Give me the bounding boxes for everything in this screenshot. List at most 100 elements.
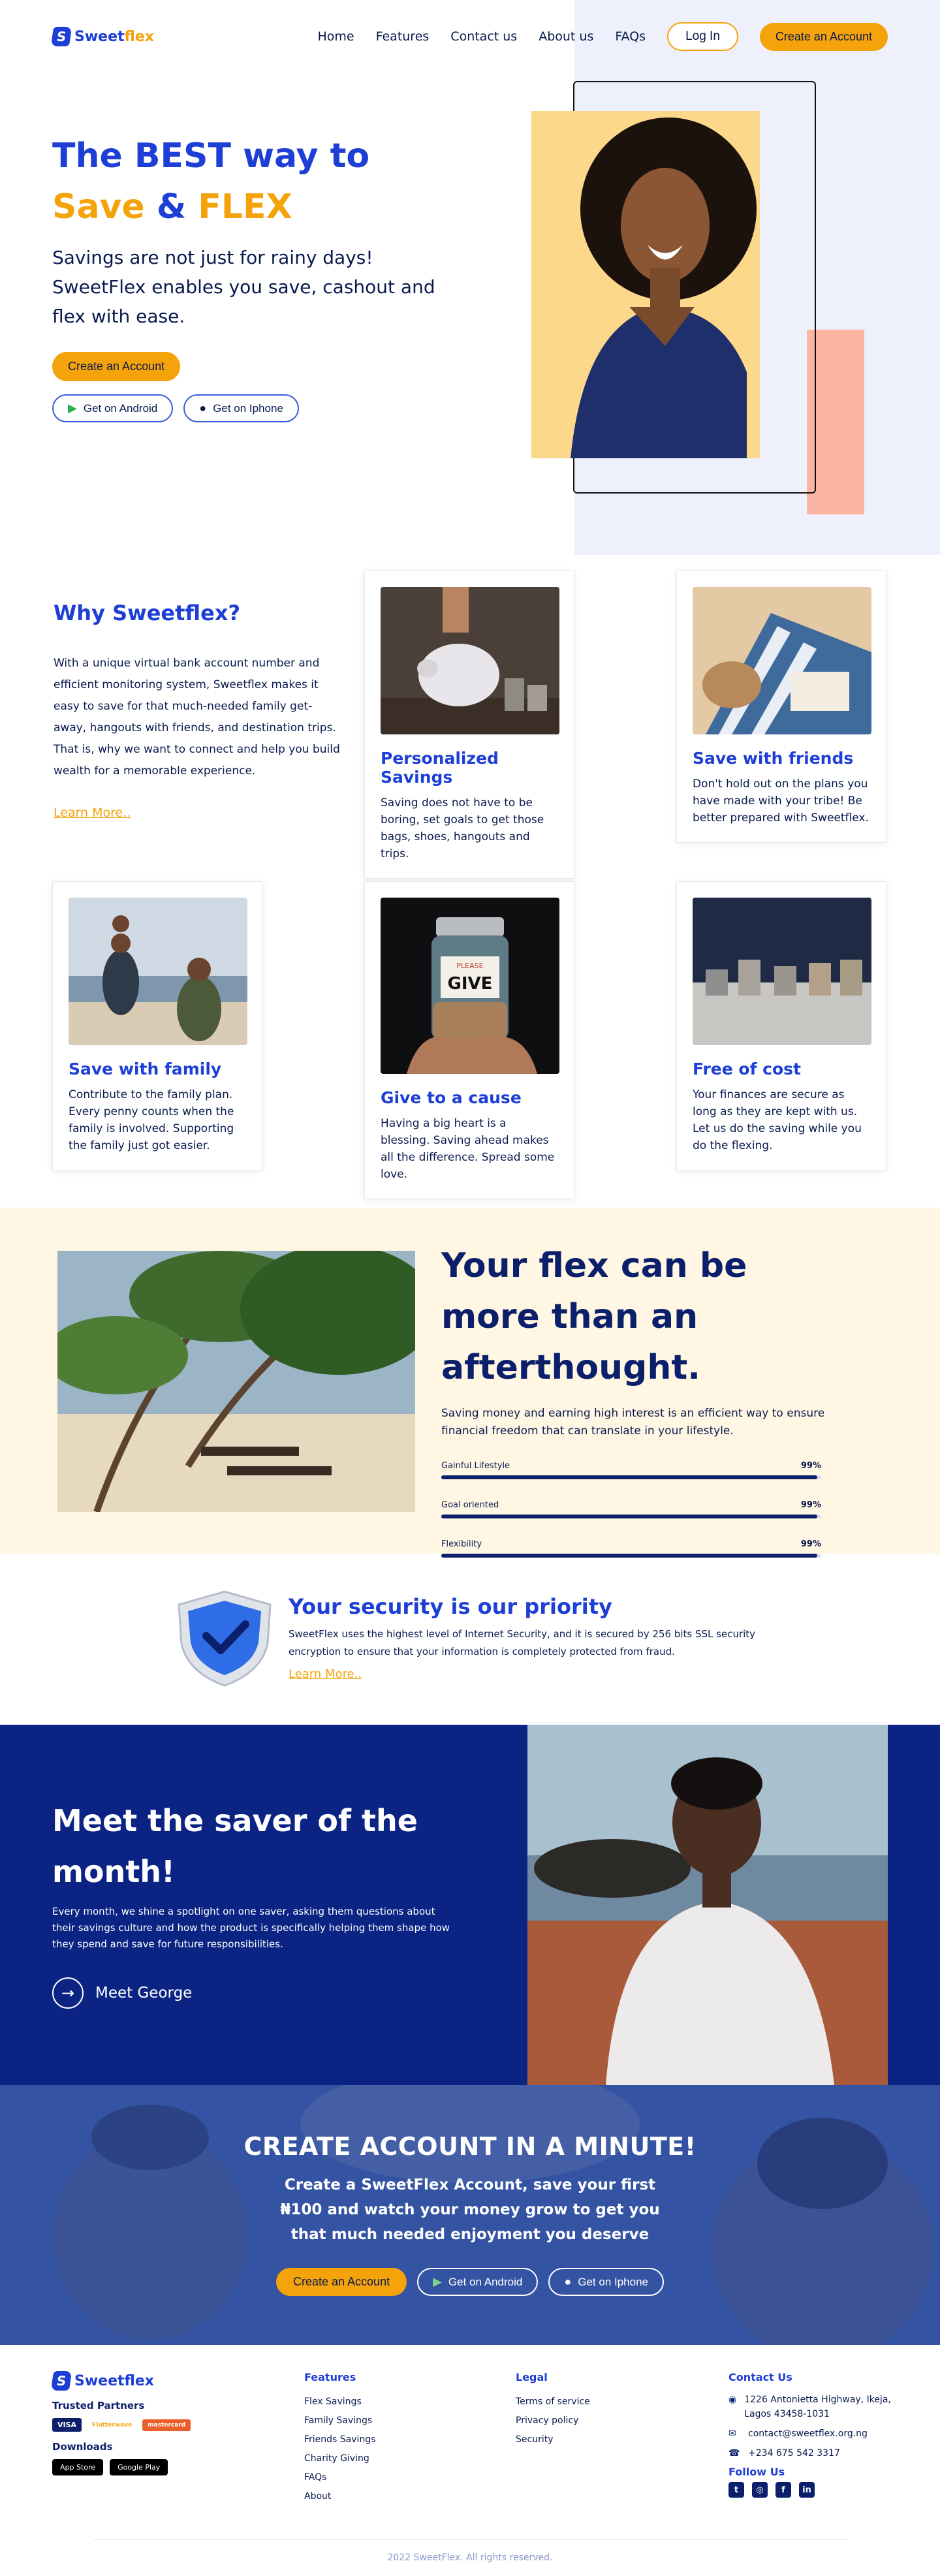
footer-logo[interactable]: S Sweetflex [50,2371,191,2391]
why-body: With a unique virtual bank account numbe… [54,657,340,778]
instagram-icon[interactable]: ◎ [752,2482,768,2498]
mail-icon: ✉ [728,2428,736,2439]
footer-link-friends-savings[interactable]: Friends Savings [304,2430,376,2449]
cta-android-button[interactable]: ▶ Get on Android [417,2268,539,2296]
brand-logo[interactable]: S Sweetflex [50,27,154,46]
hero-create-account-button[interactable]: Create an Account [52,352,181,381]
facebook-icon[interactable]: f [776,2482,791,2498]
location-pin-icon: ◉ [728,2395,737,2405]
cta-create-account-button[interactable]: Create an Account [275,2268,407,2296]
hero-text: The BEST way to Save & FLEX Savings are … [52,131,457,422]
coin-stacks-image [693,898,871,1045]
card-text: Don't hold out on the plans you have mad… [693,778,869,825]
security-text: Your security is our priority SweetFlex … [289,1594,798,1681]
hero-subtitle: Savings are not just for rainy days! Swe… [52,247,435,327]
hero-android-button[interactable]: ▶ Get on Android [52,394,174,422]
bar-label: Gainful Lifestyle [441,1461,510,1471]
cta-iphone-button[interactable]: ● Get on Iphone [548,2268,664,2296]
email-text: contact@sweetflex.org.ng [748,2428,868,2439]
security-section: Your security is our priority SweetFlex … [0,1554,940,1725]
linkedin-icon[interactable]: in [799,2482,815,2498]
twitter-icon[interactable]: t [728,2482,744,2498]
saver-photo-man [527,1725,888,2085]
footer-link-family-savings[interactable]: Family Savings [304,2411,376,2430]
flex-desc: Saving money and earning high interest i… [441,1407,825,1437]
hero-title: The BEST way to Save & FLEX [52,131,457,232]
phone-icon: ☎ [728,2448,740,2458]
jar-label-top: PLEASE [456,962,483,970]
apple-icon: ● [199,401,207,415]
flex-section: Your flex can be more than an afterthoug… [0,1208,940,1558]
why-learn-more-link[interactable]: Learn More.. [54,806,131,820]
hero-title-line1: The BEST way to [52,136,370,176]
bar-label: Goal oriented [441,1500,499,1510]
hero-title-flex: FLEX [198,187,292,227]
footer-link-about[interactable]: About [304,2487,376,2506]
nav-faqs[interactable]: FAQs [615,29,646,44]
card-text: Your finances are secure as long as they… [693,1088,862,1152]
card-give-to-cause: PLEASE GIVE Give to a cause Having a big… [364,881,574,1199]
hero-title-save: Save [52,187,145,227]
hero-title-amp: & [156,187,187,227]
google-play-badge[interactable]: Google Play [110,2459,168,2475]
saver-body: Every month, we shine a spotlight on one… [52,1906,450,1950]
bar-percent: 99% [800,1461,821,1471]
contact-address: ◉ 1226 Antonietta Highway, Ikeja, Lagos 4… [728,2393,898,2421]
saver-title: Meet the saver of the month! [52,1803,418,1889]
why-intro: Why Sweetflex? With a unique virtual ban… [54,601,341,820]
meet-george-label: Meet George [95,1985,193,2002]
nav-features[interactable]: Features [376,29,430,44]
login-button[interactable]: Log In [667,22,738,51]
footer-link-faqs[interactable]: FAQs [304,2468,376,2487]
footer-link-flex-savings[interactable]: Flex Savings [304,2393,376,2411]
saver-section: Meet the saver of the month! Every month… [0,1725,940,2085]
cta-android-label: Get on Android [448,2275,523,2288]
security-learn-more-link[interactable]: Learn More.. [289,1667,362,1681]
nav-create-account-button[interactable]: Create an Account [759,22,888,51]
bar-label: Flexibility [441,1539,482,1549]
card-title: Give to a cause [381,1088,522,1107]
footer-features-col: Features Flex Savings Family Savings Fri… [304,2371,376,2506]
why-title: Why Sweetflex? [54,601,241,625]
cta-subtitle: Create a SweetFlex Account, save your fi… [280,2176,660,2243]
copyright: 2022 SweetFlex. All rights reserved. [387,2552,553,2563]
footer-divider [93,2539,847,2540]
donation-jar-image: PLEASE GIVE [381,898,559,1074]
footer-link-charity-giving[interactable]: Charity Giving [304,2449,376,2468]
hero-android-label: Get on Android [83,401,158,415]
footer-link-security[interactable]: Security [516,2430,590,2449]
bar-track [441,1515,821,1518]
trusted-partners-heading: Trusted Partners [52,2400,145,2411]
card-save-with-family: Save with family Contribute to the famil… [52,881,262,1170]
hero-section: The BEST way to Save & FLEX Savings are … [0,0,940,555]
footer-brand-col: S Sweetflex Trusted Partners VISA Flutte… [50,2371,191,2475]
nav-about[interactable]: About us [539,29,593,44]
footer-link-terms[interactable]: Terms of service [516,2393,590,2411]
card-free-of-cost: Free of cost Your finances are secure as… [676,881,886,1170]
card-personalized-savings: Personalized Savings Saving does not hav… [364,571,574,879]
address-text: 1226 Antonietta Highway, Ikeja, Lagos 43… [744,2395,891,2419]
card-text: Having a big heart is a blessing. Saving… [381,1117,555,1181]
footer-link-privacy[interactable]: Privacy policy [516,2411,590,2430]
contact-phone[interactable]: ☎ +234 675 542 3317 [728,2446,898,2460]
hero-photo-woman [531,111,760,458]
mastercard-logo: mastercard [142,2419,191,2431]
cta-iphone-label: Get on Iphone [578,2275,648,2288]
bar-percent: 99% [800,1500,821,1510]
nav-links: Home Features Contact us About us FAQs L… [317,22,888,51]
top-nav: S Sweetflex Home Features Contact us Abo… [0,0,940,73]
hero-iphone-button[interactable]: ● Get on Iphone [183,394,299,422]
family-beach-image [69,898,247,1045]
flex-title: Your flex can be more than an afterthoug… [441,1246,747,1387]
card-save-with-friends: Save with friends Don't hold out on the … [676,571,886,843]
nav-contact[interactable]: Contact us [450,29,517,44]
meet-george-button[interactable]: → Meet George [52,1977,457,2009]
card-title: Save with friends [693,749,854,768]
cta-section: CREATE ACCOUNT IN A MINUTE! Create a Swe… [0,2085,940,2345]
app-badges: App Store Google Play [52,2459,191,2475]
social-icons: t ◎ f in [728,2482,898,2498]
app-store-badge[interactable]: App Store [52,2459,104,2475]
contact-email[interactable]: ✉ contact@sweetflex.org.ng [728,2427,898,2441]
nav-home[interactable]: Home [317,29,354,44]
logo-mark-icon: S [50,2371,72,2391]
